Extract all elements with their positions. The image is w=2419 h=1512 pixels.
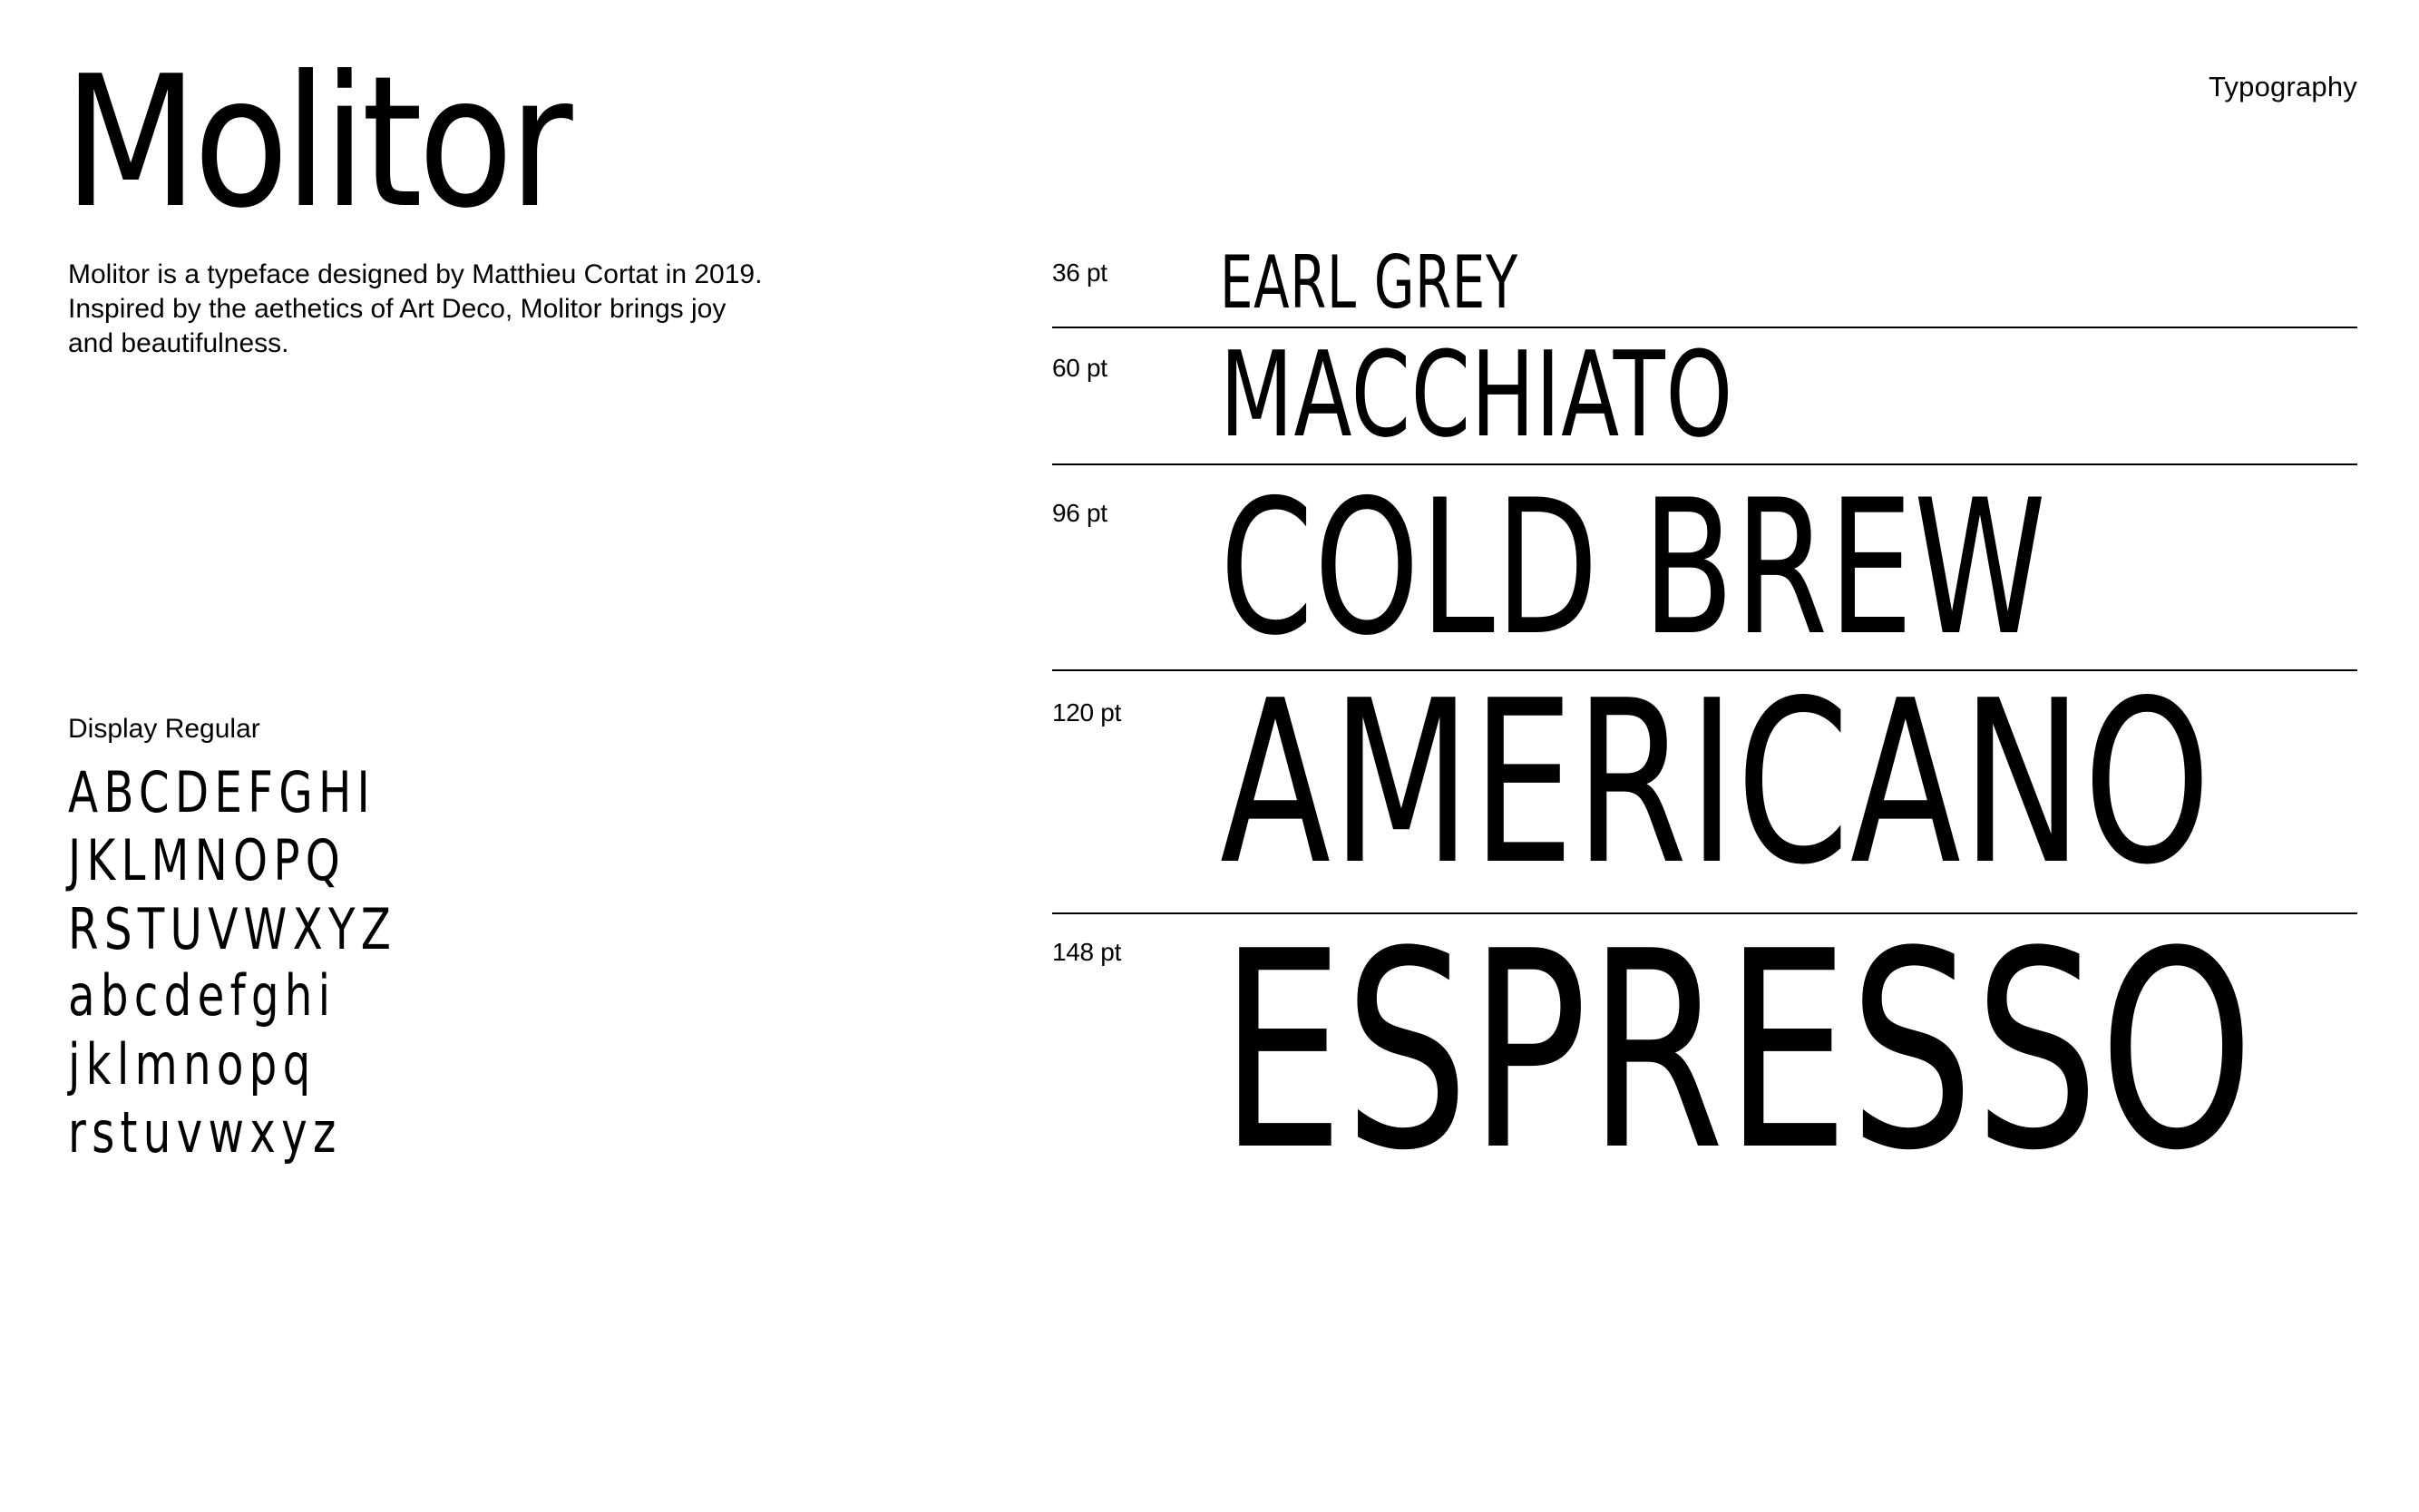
- glyph-line-lowercase-3: rstuvwxyz: [68, 1099, 342, 1166]
- size-label-120pt: 120 pt: [1052, 698, 1122, 727]
- specimen-sample-96pt: COLD BREW: [1220, 461, 2047, 677]
- section-label: Typography: [2209, 71, 2357, 102]
- specimen-sample-120pt: AMERICANO: [1220, 653, 2212, 914]
- specimen-sample-60pt: MACCHIATO: [1220, 326, 1733, 463]
- intro-line: Inspired by the aethetics of Art Deco, M…: [68, 294, 727, 324]
- glyph-line-uppercase-1: ABCDEFGHI: [68, 759, 376, 825]
- glyph-line-uppercase-2: JKLMNOPQ: [68, 827, 346, 893]
- intro-line: and beautifulness.: [68, 328, 289, 358]
- page-title: Molitor: [63, 37, 573, 249]
- size-label-36pt: 36 pt: [1052, 259, 1107, 287]
- intro-line: Molitor is a typeface designed by Matthi…: [68, 259, 763, 289]
- glyph-line-lowercase-2: jklmnopq: [68, 1031, 317, 1097]
- glyph-line-lowercase-1: abcdefghi: [68, 962, 337, 1029]
- size-label-96pt: 96 pt: [1052, 499, 1107, 527]
- specimen-sample-36pt: EARL GREY: [1220, 240, 1518, 325]
- size-label-60pt: 60 pt: [1052, 354, 1107, 382]
- intro-paragraph: Molitor is a typeface designed by Matthi…: [68, 258, 848, 361]
- specimen-sample-148pt: ESPRESSO: [1220, 893, 2255, 1210]
- size-label-148pt: 148 pt: [1052, 938, 1122, 966]
- glyph-line-uppercase-3: RSTUVWXYZ: [68, 896, 397, 962]
- glyph-set-heading: Display Regular: [68, 714, 260, 744]
